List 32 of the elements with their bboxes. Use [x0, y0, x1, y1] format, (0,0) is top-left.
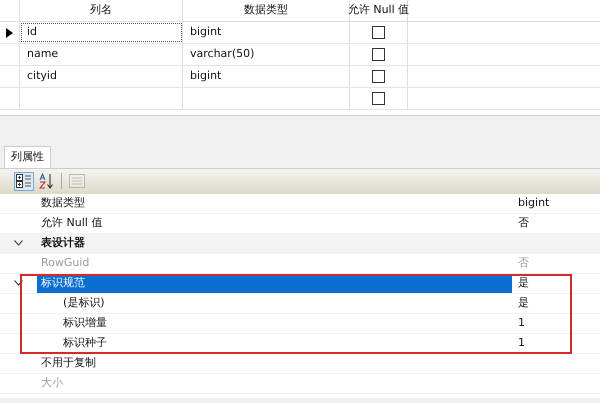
property-name[interactable]: 数据类型 [41, 196, 85, 210]
sort-button[interactable] [36, 172, 56, 190]
column-header[interactable]: 数据类型 [244, 2, 288, 19]
property-name[interactable]: 允许 Null 值 [41, 216, 102, 230]
column-name-cell[interactable]: name [27, 46, 58, 63]
checkbox[interactable] [372, 70, 385, 83]
expand-chevron-icon[interactable] [14, 240, 23, 246]
checkbox[interactable] [372, 26, 385, 39]
property-value[interactable]: 是 [518, 276, 529, 289]
property-name[interactable]: 标识增量 [63, 316, 107, 330]
categorized-button[interactable] [14, 172, 34, 190]
column-header[interactable]: 允许 Null 值 [348, 2, 410, 19]
data-type-cell[interactable]: bigint [190, 24, 222, 41]
tab[interactable]: 列属性 [4, 146, 51, 168]
property-name[interactable]: (是标识) [63, 296, 105, 310]
property-value[interactable]: 否 [518, 216, 529, 229]
property-name[interactable]: 标识种子 [63, 336, 107, 350]
property-value[interactable]: bigint [518, 196, 550, 209]
data-type-cell[interactable]: bigint [190, 68, 222, 85]
property-name[interactable]: 不用于复制 [41, 356, 96, 370]
property-value[interactable]: 1 [518, 316, 525, 329]
column-header[interactable]: 列名 [90, 2, 112, 19]
column-name-cell[interactable]: id [27, 24, 38, 41]
expand-chevron-icon[interactable] [14, 280, 23, 286]
data-type-cell[interactable]: varchar(50) [190, 46, 254, 63]
property-value[interactable]: 是 [518, 296, 529, 309]
row-pointer-icon [6, 28, 13, 38]
category-label: 表设计器 [41, 236, 85, 250]
property-value[interactable]: 1 [518, 336, 525, 349]
checkbox[interactable] [372, 92, 385, 105]
checkbox[interactable] [372, 48, 385, 61]
column-name-cell[interactable]: cityid [27, 68, 57, 85]
